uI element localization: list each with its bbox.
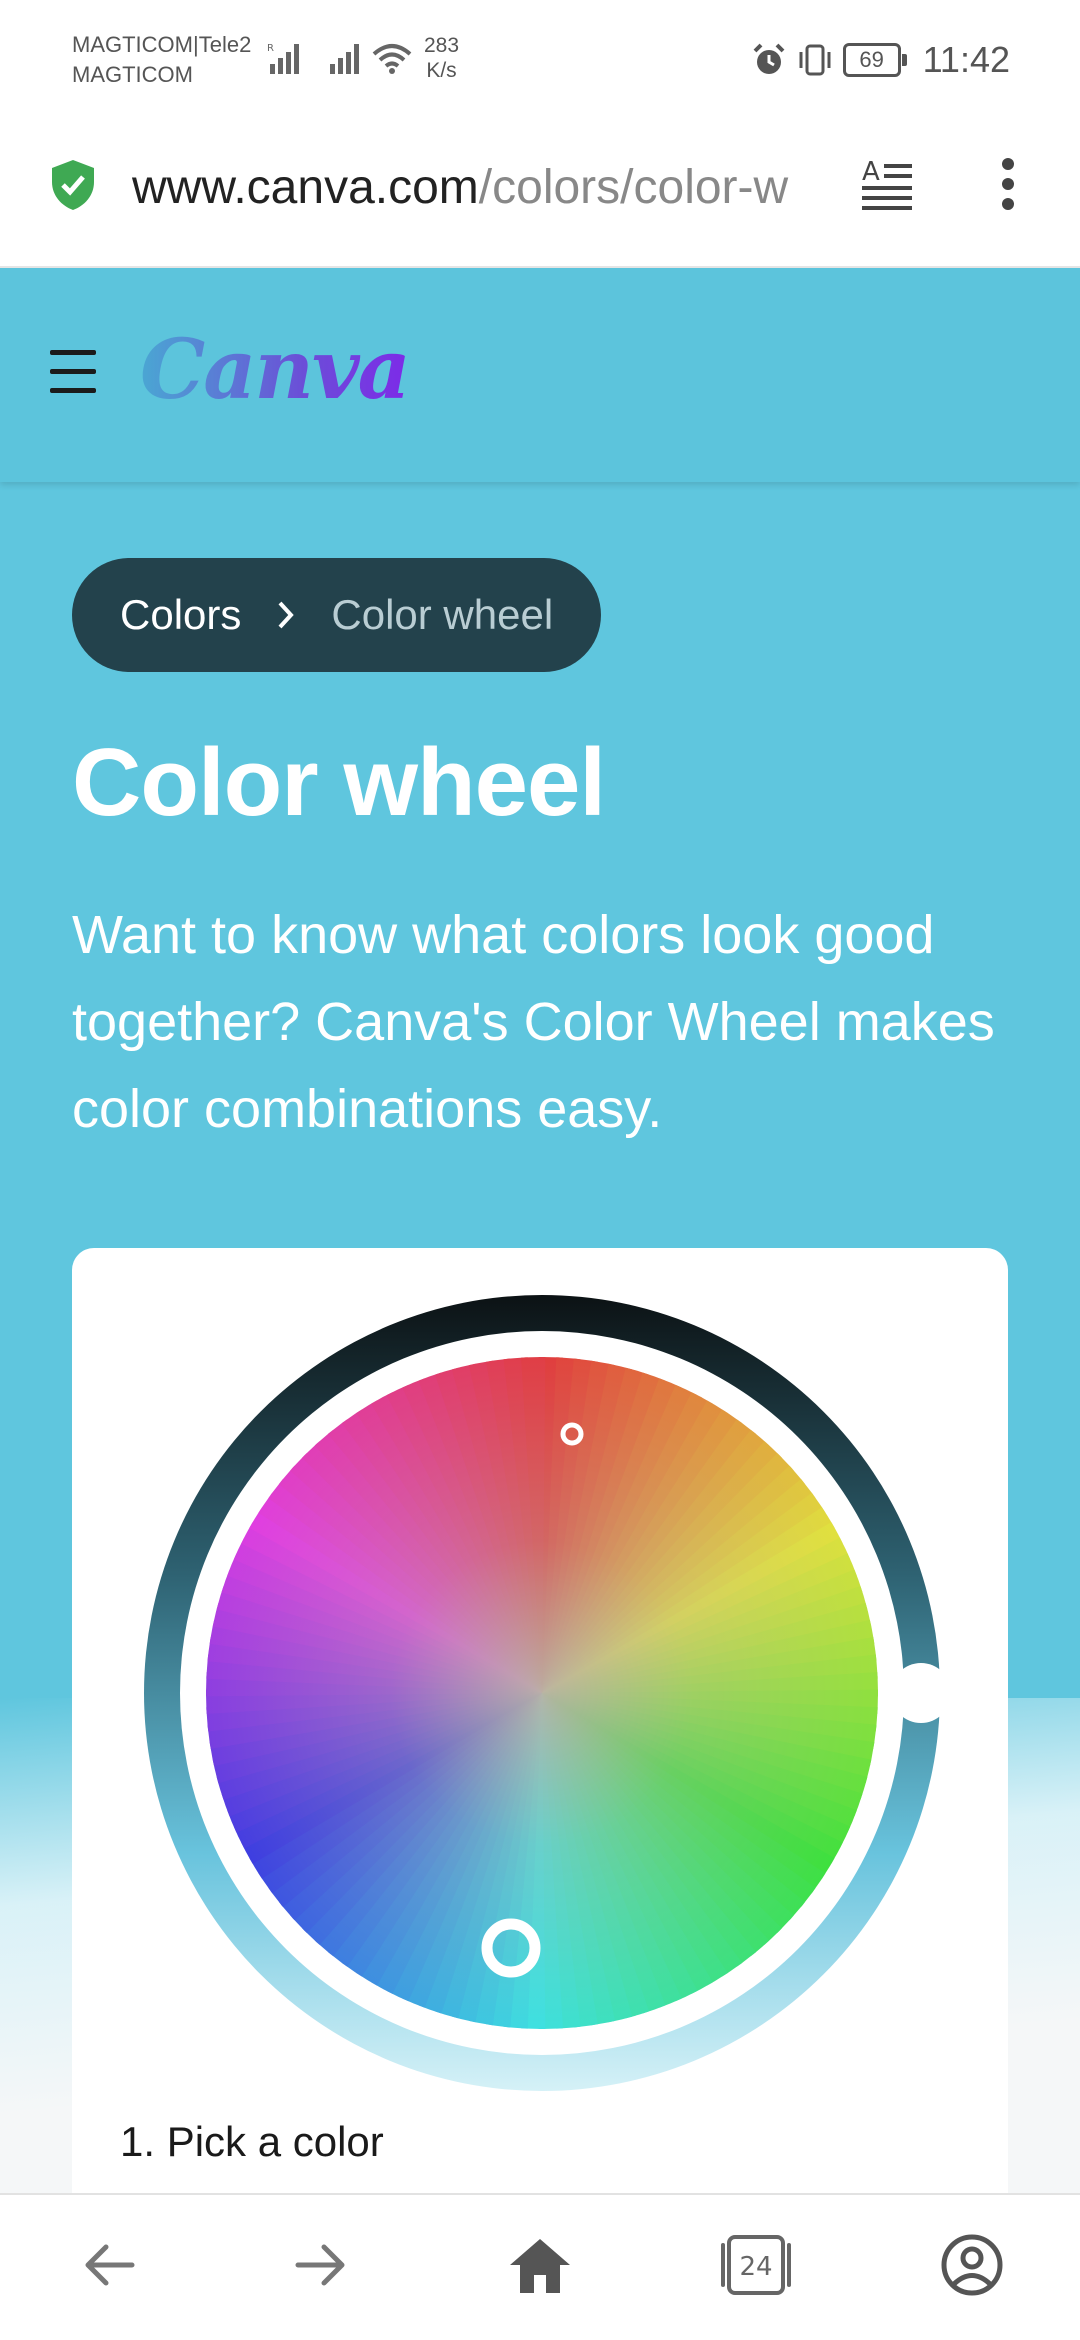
- step-label: 1. Pick a color: [120, 2118, 384, 2165]
- svg-text:R: R: [267, 43, 274, 54]
- carrier-line-1: MAGTICOM|Tele2: [72, 32, 252, 57]
- clock: 11:42: [922, 39, 1010, 80]
- net-speed-value: 283: [424, 34, 460, 57]
- status-right: 69 11:42: [751, 36, 1010, 84]
- forward-arrow-icon: [295, 2244, 345, 2286]
- web-page: Canva Colors Color wheel Color wheel Wan…: [0, 268, 1080, 2193]
- battery-icon: 69: [842, 43, 907, 77]
- page-subtitle: Want to know what colors look good toget…: [72, 905, 995, 1139]
- vibrate-icon: [799, 44, 831, 76]
- carrier-line-2: MAGTICOM: [72, 62, 193, 87]
- carrier-info: MAGTICOM|Tele2 MAGTICOM: [72, 30, 251, 90]
- breadcrumb: Colors Color wheel: [72, 558, 602, 672]
- account-icon: [941, 2234, 1003, 2296]
- alarm-icon: [753, 43, 784, 74]
- status-bar: MAGTICOM|Tele2 MAGTICOM R 283 K/s 69 11:…: [0, 0, 1080, 120]
- url-field[interactable]: www.canva.com/colors/color-w: [132, 160, 832, 215]
- chevron-right-icon: [278, 601, 295, 629]
- forward-button[interactable]: [282, 2225, 362, 2305]
- url-domain: www.canva.com: [132, 161, 479, 214]
- url-path: /colors/color-w: [478, 161, 789, 214]
- tab-count: 24: [739, 2252, 772, 2282]
- svg-text:A: A: [862, 157, 880, 187]
- color-wheel[interactable]: [142, 1293, 942, 2093]
- page-title: Color wheel: [72, 729, 606, 836]
- tabs-icon: 24: [721, 2235, 791, 2295]
- signal-icon: [330, 44, 359, 74]
- color-wheel-card: 1. Pick a color: [72, 1248, 1008, 2193]
- home-icon: [510, 2239, 570, 2293]
- net-speed: 283 K/s: [424, 33, 459, 83]
- back-arrow-icon: [85, 2244, 135, 2286]
- tabs-button[interactable]: 24: [716, 2225, 796, 2305]
- wifi-icon: [372, 44, 412, 74]
- hamburger-icon[interactable]: [50, 350, 96, 394]
- shield-check-icon[interactable]: [50, 158, 96, 212]
- site-header: Canva: [0, 268, 1080, 482]
- reader-mode-icon[interactable]: A: [862, 156, 914, 212]
- net-speed-unit: K/s: [426, 59, 457, 82]
- account-button[interactable]: [932, 2225, 1012, 2305]
- bottom-navigation: 24: [0, 2193, 1080, 2340]
- home-button[interactable]: [500, 2225, 580, 2305]
- breadcrumb-colors[interactable]: Colors: [120, 591, 241, 639]
- more-vertical-icon[interactable]: [990, 154, 1026, 214]
- breadcrumb-color-wheel: Color wheel: [331, 591, 554, 638]
- signal-r-icon: R: [267, 43, 299, 74]
- back-button[interactable]: [68, 2225, 148, 2305]
- browser-url-bar: www.canva.com/colors/color-w A: [0, 120, 1080, 268]
- canva-logo[interactable]: Canva: [140, 322, 411, 418]
